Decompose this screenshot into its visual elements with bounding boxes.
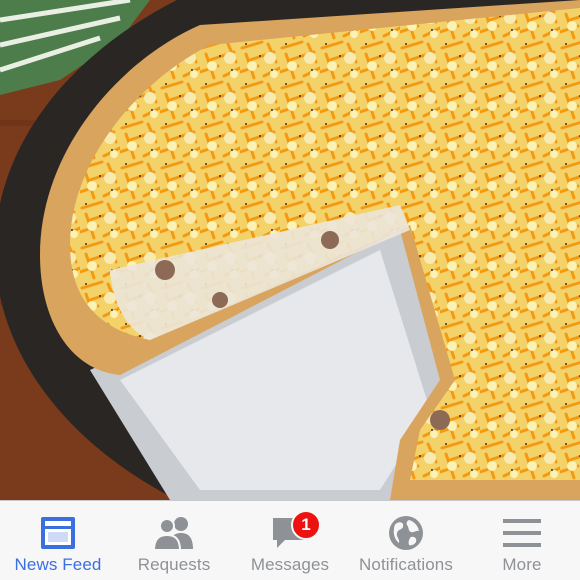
tab-notifications[interactable]: Notifications: [348, 501, 464, 580]
bottom-tab-bar: News Feed Requests 1 Messages Notificati…: [0, 500, 580, 580]
messages-icon: 1: [267, 510, 321, 554]
tab-label: Requests: [137, 555, 211, 574]
menu-icon: [499, 512, 545, 554]
tab-news-feed[interactable]: News Feed: [0, 501, 116, 580]
messages-badge: 1: [291, 510, 321, 540]
tab-label: Notifications: [359, 555, 453, 574]
post-photo[interactable]: [0, 0, 580, 500]
globe-icon: [383, 512, 429, 554]
breakfast-pizza-image: [0, 0, 580, 500]
tab-more[interactable]: More: [464, 501, 580, 580]
tab-label: News Feed: [14, 555, 102, 574]
tab-label: Messages: [250, 555, 330, 574]
tab-requests[interactable]: Requests: [116, 501, 232, 580]
tab-label: More: [502, 555, 542, 574]
news-feed-icon: [35, 512, 81, 554]
requests-icon: [151, 512, 197, 554]
tab-messages[interactable]: 1 Messages: [232, 501, 348, 580]
